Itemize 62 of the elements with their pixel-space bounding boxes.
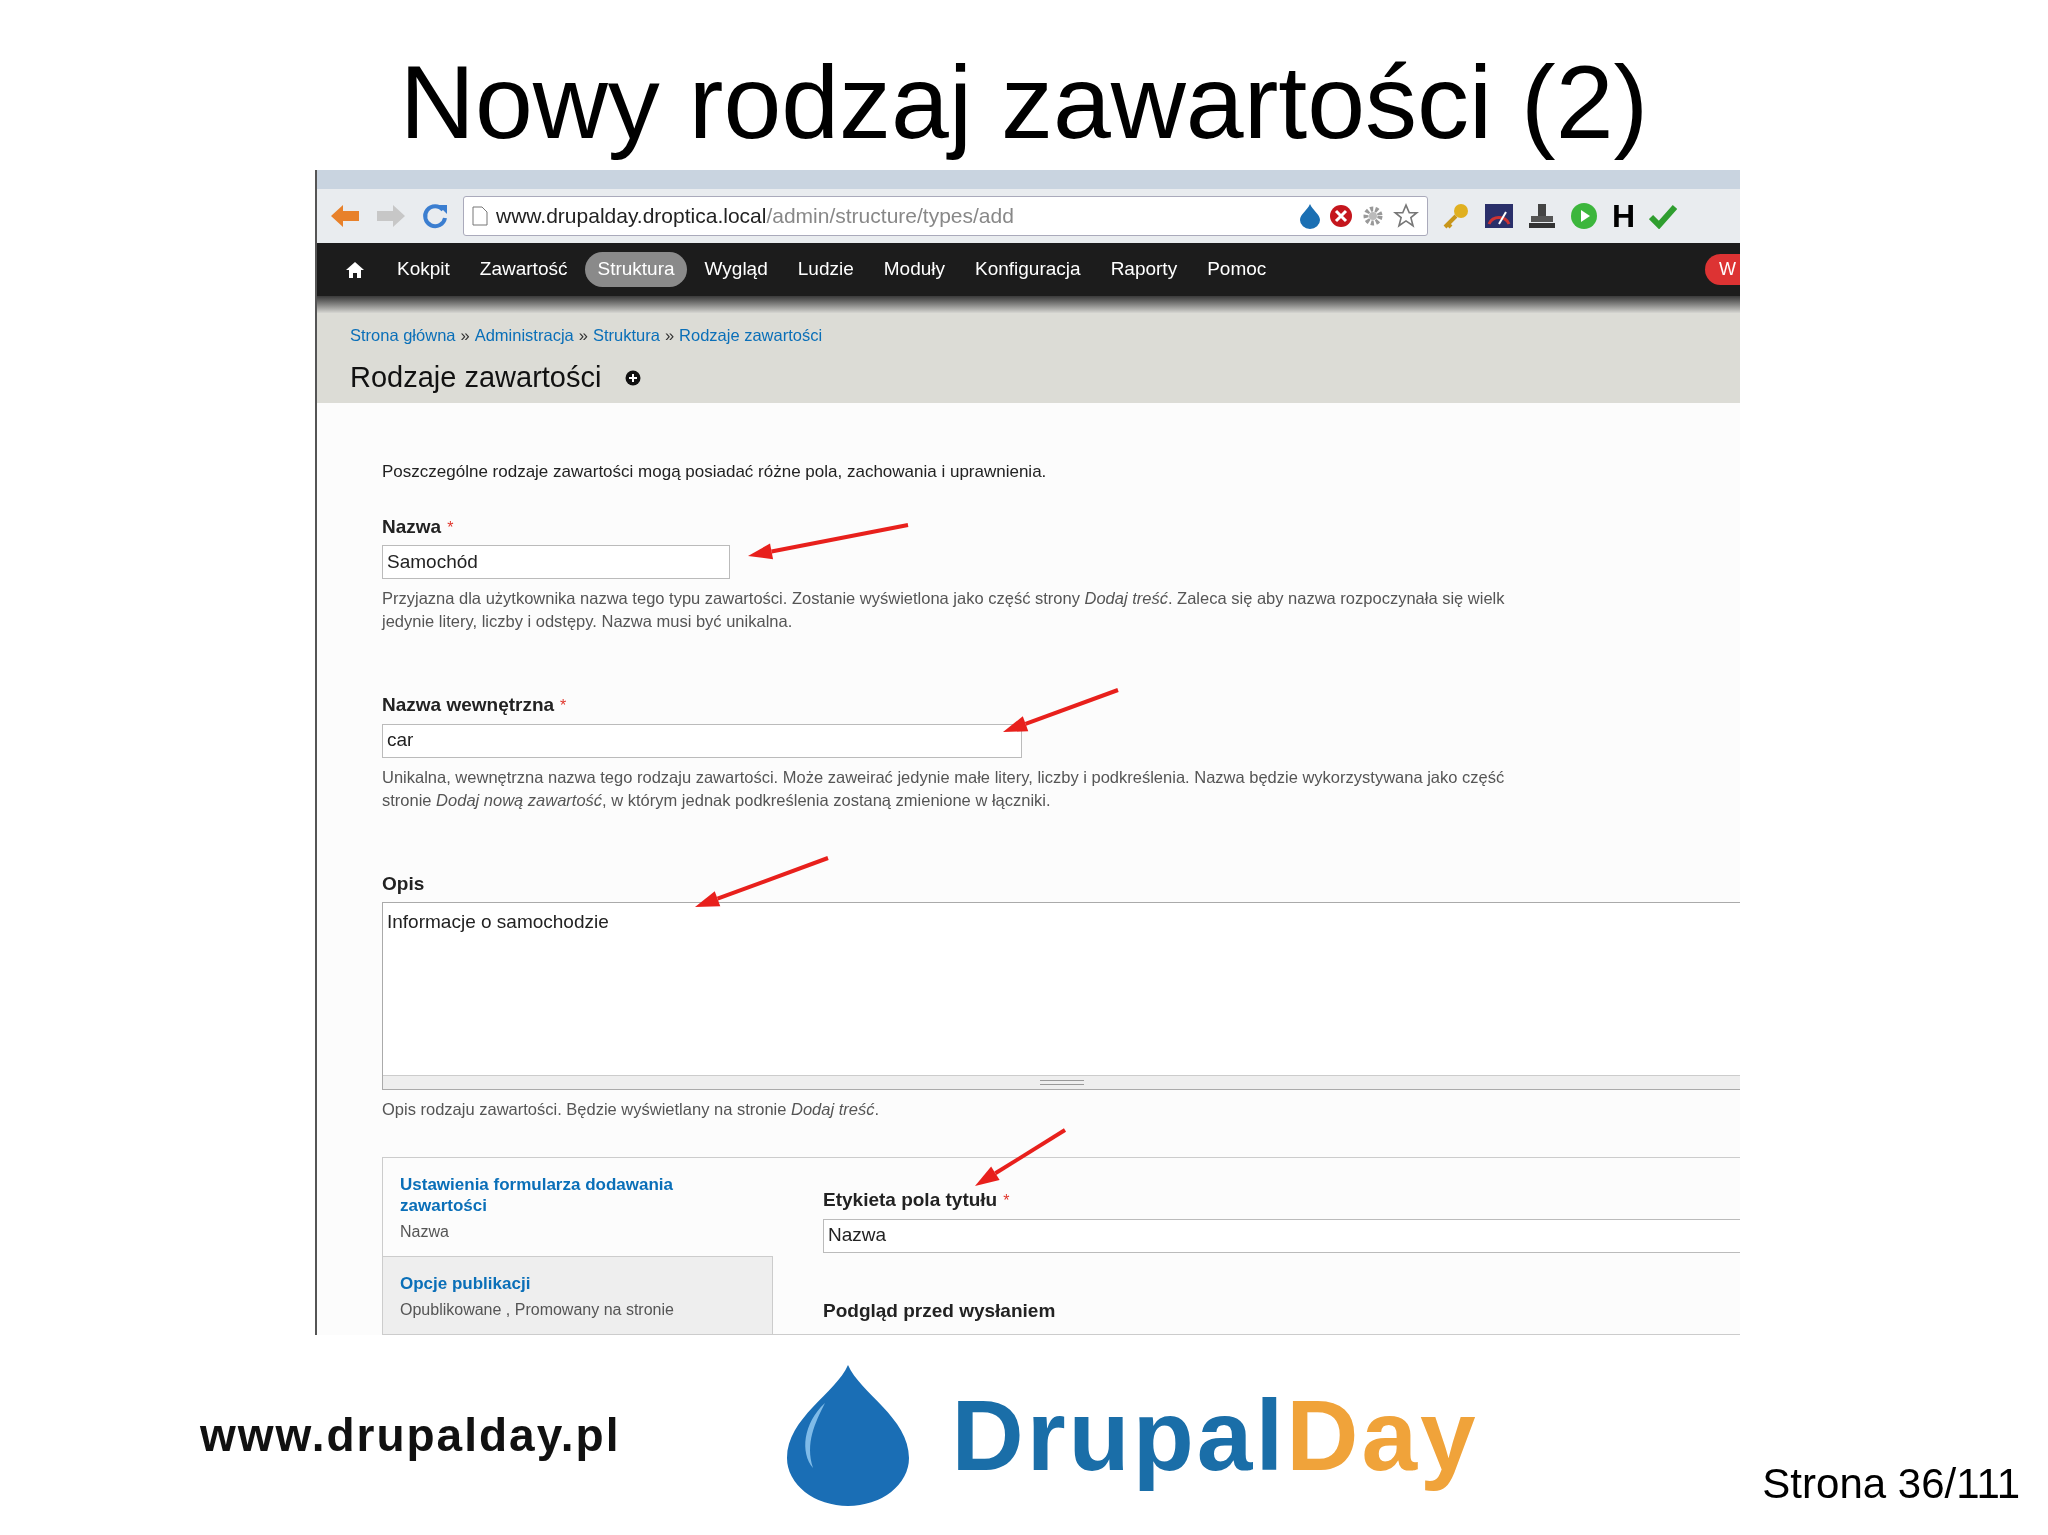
menu-item[interactable]: Pomoc — [1195, 252, 1279, 287]
vertical-tab[interactable]: Opcje publikacji Opublikowane , Promowany na stronie — [383, 1256, 772, 1334]
breadcrumb-separator: » — [664, 325, 675, 346]
help-text: Unikalna, wewnętrzna nazwa tego rodzaju zawartości. Może zaweirać jedynie małe litery, liczby i podkreślenia. Nazwa będzie wykorzystywana jako część — [382, 766, 1505, 788]
required-mark: * — [447, 517, 454, 538]
drop-icon[interactable] — [1299, 203, 1321, 230]
field-label: Etykieta pola tytułu — [823, 1188, 998, 1212]
help-text: Przyjazna dla użytkownika nazwa tego typu zawartości. Zostanie wyświetlona jako część strony Dodaj treść. Zaleca się aby nazwa rozpoczynała się wielk — [382, 588, 1505, 609]
breadcrumb-link[interactable]: Administracja — [474, 323, 574, 348]
block-icon[interactable] — [1329, 204, 1353, 229]
required-mark: * — [1003, 1191, 1010, 1211]
breadcrumb-separator: » — [578, 325, 588, 346]
help-text: stronie Dodaj nową zawartość, w którym jednak podkreślenia zostaną zmienione w łączniki. — [382, 789, 1051, 811]
back-icon[interactable] — [329, 203, 361, 230]
textarea-field[interactable]: Informacje o samochodzie — [382, 902, 1740, 1090]
key-icon[interactable] — [1442, 202, 1470, 231]
logo-text: DrupalDay — [951, 1377, 1479, 1493]
menu-item[interactable]: Wygląd — [692, 252, 780, 287]
menu-badge[interactable]: W — [1705, 254, 1740, 286]
home-icon[interactable] — [345, 260, 365, 279]
textarea-value: Informacje o samochodzie — [386, 910, 610, 934]
vertical-tab-title: Ustawienia formularza dodawania zawartości — [400, 1174, 674, 1216]
help-text: Opis rodzaju zawartości. Będzie wyświetlany na stronie Dodaj treść. — [382, 1099, 880, 1120]
text-field[interactable]: car — [382, 723, 1022, 758]
page-number: Strona 36/111 — [1762, 1459, 2020, 1509]
field-label: Opis — [382, 871, 425, 896]
menu-item[interactable]: Kokpit — [385, 252, 462, 287]
breadcrumb-link[interactable]: Strona główna — [350, 323, 456, 348]
stamp-icon[interactable] — [1528, 202, 1556, 231]
gauge-icon[interactable] — [1484, 202, 1514, 231]
menu-item[interactable]: Raporty — [1098, 252, 1190, 287]
footer-url: www.drupalday.pl — [200, 1407, 621, 1463]
menu-item[interactable]: Zawartość — [467, 252, 580, 287]
vertical-tab-title: Opcje publikacji — [400, 1273, 532, 1294]
toolbar-letter-icon[interactable]: H — [1612, 200, 1636, 233]
text-field[interactable]: Samochód — [382, 545, 730, 579]
menu-item[interactable]: Konfiguracja — [963, 252, 1093, 287]
field-label: Nazwa — [382, 514, 442, 539]
star-icon[interactable] — [1393, 203, 1419, 230]
breadcrumb-link[interactable]: Struktura — [592, 323, 660, 348]
play-icon[interactable] — [1570, 202, 1598, 231]
checkmark-icon[interactable] — [1649, 203, 1678, 230]
page-title: Rodzaje zawartości — [350, 359, 602, 395]
breadcrumb-separator: » — [460, 325, 470, 346]
vertical-tab-summary: Nazwa — [400, 1222, 450, 1242]
help-text: jedynie litery, liczby i odstępy. Nazwa musi być unikalna. — [382, 611, 793, 632]
text-field[interactable]: Nazwa — [823, 1218, 1740, 1253]
breadcrumb-link[interactable]: Rodzaje zawartości — [679, 323, 823, 348]
menu-item[interactable]: Moduły — [871, 252, 957, 287]
vertical-tab-summary: Opublikowane , Promowany na stronie — [400, 1300, 675, 1320]
add-icon[interactable] — [625, 369, 642, 386]
url-text: www.drupalday.droptica.local/admin/structure/types/add — [496, 203, 1014, 230]
menu-item[interactable]: Ludzie — [785, 252, 866, 287]
vertical-tab[interactable]: Ustawienia formularza dodawania zawartości Nazwa — [383, 1158, 773, 1256]
field-label: Podgląd przed wysłaniem — [823, 1298, 1056, 1323]
field-label: Nazwa wewnętrzna — [382, 693, 555, 717]
slide-title: Nowy rodzaj zawartości (2) — [399, 43, 1649, 162]
reload-icon[interactable] — [421, 202, 449, 231]
address-bar[interactable]: www.drupalday.droptica.local/admin/structure/types/add — [463, 196, 1428, 237]
required-mark: * — [560, 696, 567, 716]
intro-text: Poszczególne rodzaje zawartości mogą posiadać różne pola, zachowania i uprawnienia. — [382, 461, 1047, 483]
page-icon — [472, 206, 488, 227]
